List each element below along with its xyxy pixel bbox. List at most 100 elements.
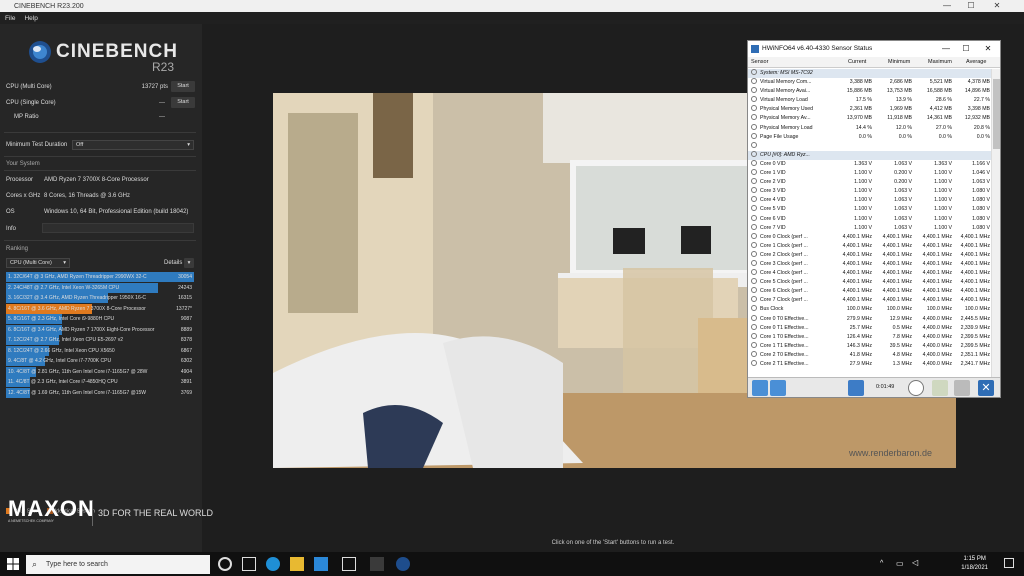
- sensor-icon: [751, 250, 757, 257]
- single-core-start-button[interactable]: Start: [171, 97, 195, 108]
- sensor-value: 1,969 MB: [889, 106, 912, 113]
- maximize-button[interactable]: ☐: [960, 0, 982, 12]
- tray-chevron-icon[interactable]: ^: [880, 560, 883, 567]
- sensor-row[interactable]: Core 3 VID 1.100 V 1.063 V 1.100 V 1.080 V: [748, 187, 992, 196]
- ranking-row[interactable]: 5. 8C/16T @ 2.3 GHz, Intel Core i9-9880H…: [6, 314, 194, 324]
- ranking-row[interactable]: 11. 4C/8T @ 2.3 GHz, Intel Core i7-4850H…: [6, 377, 194, 387]
- multi-core-start-button[interactable]: Start: [171, 81, 195, 92]
- sensor-row[interactable]: Core 7 VID 1.100 V 1.063 V 1.100 V 1.080 V: [748, 223, 992, 233]
- sensor-row[interactable]: Core 0 T1 Effective... 25.7 MHz 0.5 MHz 4,4…: [748, 323, 992, 333]
- nav-right-icon[interactable]: [770, 380, 786, 396]
- sensor-icon: [751, 178, 757, 185]
- sensor-row[interactable]: Core 0 T0 Effective... 279.9 MHz 12.9 MHz 4…: [748, 314, 992, 324]
- hwinfo-taskbar-icon[interactable]: [370, 557, 384, 571]
- min-duration-select[interactable]: Off ▾: [72, 140, 194, 150]
- hwinfo-close-button[interactable]: ✕: [978, 41, 998, 57]
- sensor-row[interactable]: Core 2 T0 Effective... 41.8 MHz 4.8 MHz 4,4…: [748, 350, 992, 360]
- network-icon[interactable]: [848, 380, 864, 396]
- sensor-row[interactable]: Core 1 Clock (perf ... 4,400.1 MHz 4,400.1…: [748, 241, 992, 251]
- sensor-row[interactable]: Core 2 VID 1.100 V 0.200 V 1.100 V 1.063 V: [748, 178, 992, 187]
- sensor-row[interactable]: Core 2 Clock (perf ... 4,400.1 MHz 4,400.1…: [748, 250, 992, 260]
- settings-icon[interactable]: [954, 380, 970, 396]
- sensor-row[interactable]: Core 4 VID 1.100 V 1.063 V 1.100 V 1.080 V: [748, 196, 992, 205]
- nav-left-icon[interactable]: [752, 380, 768, 396]
- clock-icon[interactable]: [908, 380, 924, 396]
- sensor-row[interactable]: Core 1 T0 Effective... 126.4 MHz 7.8 MHz 4,…: [748, 332, 992, 342]
- file-explorer-icon[interactable]: [290, 557, 304, 571]
- task-view-icon[interactable]: [242, 557, 256, 571]
- sensor-row[interactable]: Virtual Memory Com... 3,388 MB 2,686 MB 5,5…: [748, 78, 992, 87]
- ranking-row[interactable]: 3. 16C/32T @ 3.4 GHz, AMD Ryzen Threadri…: [6, 293, 194, 303]
- hwinfo-sensor-list[interactable]: System: MSI MS-7C92 Virtual Memory Com...…: [748, 69, 992, 381]
- sensor-row[interactable]: Core 4 Clock (perf ... 4,400.1 MHz 4,400.1…: [748, 269, 992, 278]
- cortana-icon[interactable]: [218, 557, 232, 571]
- hwinfo-scrollbar[interactable]: [991, 69, 1000, 381]
- sensor-row[interactable]: Core 1 VID 1.100 V 0.200 V 1.100 V 1.046 V: [748, 169, 992, 178]
- sensor-value: 22.7 %: [973, 97, 990, 104]
- ranking-row[interactable]: 6. 8C/16T @ 3.4 GHz, AMD Ryzen 7 1700X E…: [6, 324, 194, 335]
- sensor-row[interactable]: Virtual Memory Avai... 15,886 MB 13,753 MB…: [748, 87, 992, 96]
- sensor-group-row[interactable]: System: MSI MS-7C92: [748, 69, 992, 79]
- sensor-row[interactable]: Core 6 VID 1.100 V 1.063 V 1.100 V 1.080 V: [748, 214, 992, 224]
- sensor-row[interactable]: Core 5 VID 1.100 V 1.063 V 1.100 V 1.080 V: [748, 205, 992, 214]
- minimize-button[interactable]: —: [936, 0, 958, 12]
- sensor-row[interactable]: Virtual Memory Load 17.5 % 13.9 % 28.6 % 22.…: [748, 96, 992, 105]
- ranking-row[interactable]: 4. 8C/16T @ 3.6 GHz, AMD Ryzen 7 3700X 8…: [6, 303, 194, 314]
- sensor-row[interactable]: Core 6 Clock (perf ... 4,400.1 MHz 4,400.1…: [748, 287, 992, 296]
- ranking-row[interactable]: 9. 4C/8T @ 4.2 GHz, Intel Core i7-7700K …: [6, 356, 194, 366]
- menu-file[interactable]: File: [5, 15, 15, 22]
- report-icon[interactable]: [932, 380, 948, 396]
- col-average[interactable]: Average: [966, 59, 986, 65]
- sensor-row[interactable]: Physical Memory Av... 13,970 MB 11,918 MB 1…: [748, 114, 992, 123]
- sensor-icon: [751, 278, 757, 285]
- store-icon[interactable]: [314, 557, 328, 571]
- details-button[interactable]: Details: [164, 260, 182, 266]
- sensor-row[interactable]: [748, 141, 992, 151]
- sensor-row[interactable]: Core 0 VID 1.363 V 1.063 V 1.363 V 1.166 V: [748, 159, 992, 169]
- sensor-row[interactable]: Core 2 T1 Effective... 27.9 MHz 1.3 MHz 4,4…: [748, 360, 992, 369]
- ranking-row[interactable]: 12. 4C/8T @ 1.69 GHz, 11th Gen Intel Cor…: [6, 387, 194, 398]
- col-minimum[interactable]: Minimum: [888, 59, 910, 65]
- taskbar-search-input[interactable]: Type here to search: [26, 555, 210, 574]
- sensor-row[interactable]: Core 1 T1 Effective... 146.3 MHz 39.5 MHz 4…: [748, 341, 992, 351]
- hwinfo-maximize-button[interactable]: ☐: [956, 41, 976, 57]
- close-button[interactable]: ✕: [986, 0, 1008, 12]
- ranking-select[interactable]: CPU (Multi Core) ▾: [6, 258, 70, 268]
- col-sensor[interactable]: Sensor: [751, 59, 768, 65]
- col-current[interactable]: Current: [848, 59, 866, 65]
- sensor-row[interactable]: Bus Clock 100.0 MHz 100.0 MHz 100.0 MHz 100.…: [748, 305, 992, 314]
- cinebench-taskbar-icon[interactable]: [396, 557, 410, 571]
- sensor-icon: [751, 196, 757, 203]
- sensor-icon: [751, 241, 757, 248]
- volume-tray-icon[interactable]: ◁: [912, 558, 918, 567]
- ranking-row[interactable]: 10. 4C/8T @ 2.81 GHz, 11th Gen Intel Cor…: [6, 366, 194, 377]
- windows-start-icon[interactable]: [7, 558, 19, 570]
- sensor-row[interactable]: Core 3 Clock (perf ... 4,400.1 MHz 4,400.1…: [748, 259, 992, 269]
- scrollbar-thumb[interactable]: [993, 79, 1000, 149]
- edge-icon[interactable]: [266, 557, 280, 571]
- hwinfo-minimize-button[interactable]: —: [936, 41, 956, 57]
- sensor-value: 1.100 V: [934, 215, 952, 222]
- info-field[interactable]: [42, 223, 194, 233]
- ranking-row[interactable]: 8. 12C/24T @ 2.66 GHz, Intel Xeon CPU X5…: [6, 345, 194, 356]
- ranking-row[interactable]: 1. 32C/64T @ 3 GHz, AMD Ryzen Threadripp…: [6, 272, 194, 282]
- sensor-row[interactable]: Core 7 Clock (perf ... 4,400.1 MHz 4,400.1…: [748, 296, 992, 305]
- ranking-row[interactable]: 7. 12C/24T @ 2.7 GHz, Intel Xeon CPU E5-…: [6, 335, 194, 345]
- col-maximum[interactable]: Maximum: [928, 59, 952, 65]
- sensor-row[interactable]: Page File Usage 0.0 % 0.0 % 0.0 % 0.0 %: [748, 132, 992, 142]
- close-icon[interactable]: ✕: [978, 380, 994, 396]
- sensor-icon: [751, 269, 757, 276]
- menu-help[interactable]: Help: [24, 15, 37, 22]
- ranking-row[interactable]: 2. 24C/48T @ 2.7 GHz, Intel Xeon W-3265M…: [6, 282, 194, 293]
- network-tray-icon[interactable]: ▭: [896, 559, 904, 568]
- taskbar-clock[interactable]: 1:15 PM 1/18/2021: [961, 555, 988, 573]
- sensor-row[interactable]: Physical Memory Load 14.4 % 12.0 % 27.0 % 20…: [748, 123, 992, 133]
- sensor-row[interactable]: Physical Memory Used 2,361 MB 1,969 MB 4,41…: [748, 105, 992, 114]
- ranking-score: 13727*: [176, 305, 192, 312]
- notifications-icon[interactable]: [1004, 558, 1014, 568]
- sensor-row[interactable]: Core 0 Clock (perf ... 4,400.1 MHz 4,400.1…: [748, 232, 992, 242]
- chevron-down-icon[interactable]: ▾: [184, 258, 194, 268]
- mail-icon[interactable]: [342, 557, 356, 571]
- sensor-row[interactable]: Core 5 Clock (perf ... 4,400.1 MHz 4,400.1…: [748, 278, 992, 287]
- sensor-group-row[interactable]: CPU [#0]: AMD Ryz...: [748, 150, 992, 160]
